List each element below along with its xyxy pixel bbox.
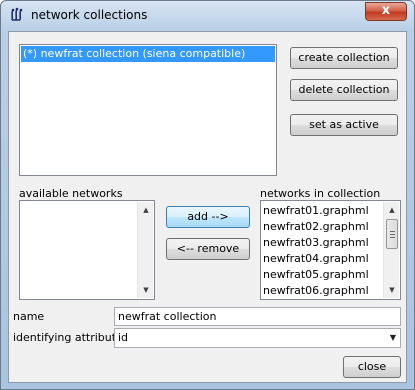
networks-in-collection-label: networks in collection (260, 187, 381, 200)
arrow-up-icon[interactable]: ▲ (384, 202, 400, 218)
name-label: name (13, 310, 45, 323)
list-item[interactable]: newfrat06.graphml (263, 283, 369, 299)
create-collection-button[interactable]: create collection (290, 47, 398, 69)
network-icon (11, 7, 23, 21)
network-collections-dialog: network collections x (*) newfrat collec… (0, 0, 415, 390)
list-item[interactable]: newfrat03.graphml (263, 235, 369, 251)
identifying-attribute-value: id (118, 331, 129, 344)
remove-network-button[interactable]: <-- remove (166, 238, 250, 260)
dialog-content: (*) newfrat collection (siena compatible… (8, 31, 407, 383)
close-button[interactable]: close (343, 356, 401, 378)
chevron-down-icon[interactable]: ▼ (390, 329, 396, 347)
list-item[interactable]: newfrat02.graphml (263, 219, 369, 235)
add-network-button[interactable]: add --> (166, 206, 250, 228)
window-close-button[interactable]: x (365, 2, 407, 21)
collections-list[interactable]: (*) newfrat collection (siena compatible… (19, 44, 277, 176)
delete-collection-button[interactable]: delete collection (290, 79, 398, 101)
set-as-active-button[interactable]: set as active (290, 114, 398, 136)
available-networks-scrollbar[interactable]: ▲ ▼ (137, 202, 153, 298)
scroll-thumb[interactable] (386, 219, 398, 249)
available-networks-list[interactable]: ▲ ▼ (19, 200, 155, 300)
collection-networks-list[interactable]: newfrat01.graphml newfrat02.graphml newf… (260, 200, 401, 300)
identifying-attribute-label: identifying attribute (13, 331, 123, 344)
identifying-attribute-select[interactable]: id ▼ (114, 328, 401, 348)
window-title: network collections (31, 8, 148, 22)
close-icon: x (381, 3, 391, 18)
list-item[interactable]: newfrat04.graphml (263, 251, 369, 267)
arrow-down-icon[interactable]: ▼ (384, 282, 400, 298)
collection-item-selected[interactable]: (*) newfrat collection (siena compatible… (21, 46, 275, 62)
list-item[interactable]: newfrat01.graphml (263, 203, 369, 219)
available-networks-label: available networks (19, 187, 123, 200)
arrow-down-icon[interactable]: ▼ (138, 282, 154, 298)
title-bar[interactable]: network collections x (1, 1, 414, 31)
collection-networks-scrollbar[interactable]: ▲ ▼ (383, 202, 399, 298)
arrow-up-icon[interactable]: ▲ (138, 202, 154, 218)
name-field[interactable]: newfrat collection (114, 307, 401, 326)
list-item[interactable]: newfrat05.graphml (263, 267, 369, 283)
